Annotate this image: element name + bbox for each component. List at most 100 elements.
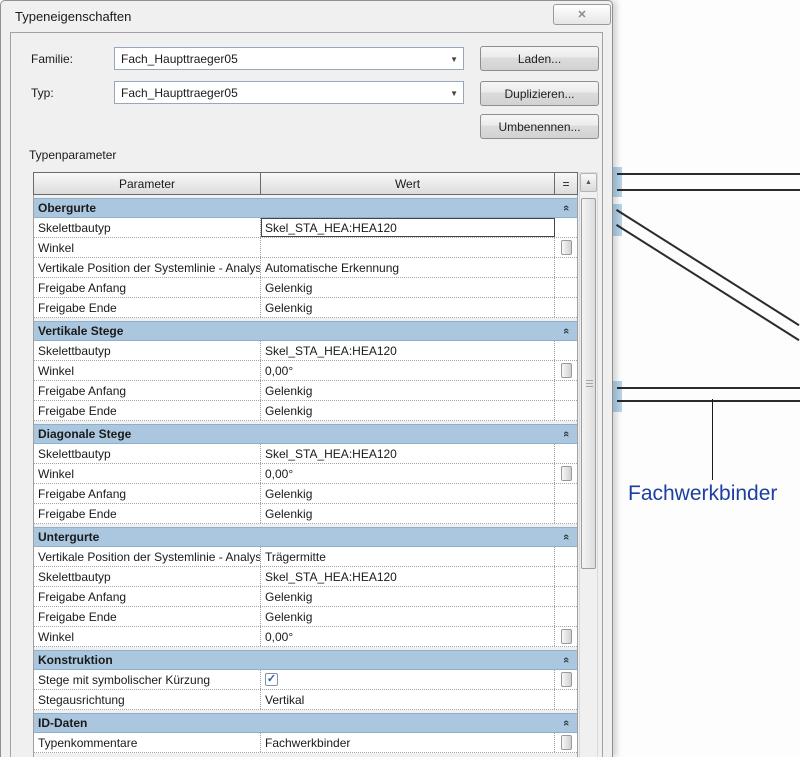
assoc-cell	[555, 258, 577, 277]
table-body: Obergurte « Skelettbautyp Skel_STA_HEA:H…	[33, 195, 578, 757]
param-cell: Winkel	[34, 238, 261, 257]
header-wert: Wert	[261, 173, 555, 194]
table-row[interactable]: Freigabe Ende Gelenkig	[34, 298, 577, 318]
laden-button[interactable]: Laden...	[480, 46, 599, 71]
table-row[interactable]: Skelettbautyp Skel_STA_HEA:HEA120	[34, 444, 577, 464]
table-row[interactable]: Winkel 0,00°	[34, 464, 577, 484]
table-row[interactable]: Vertikale Position der Systemlinie - Ana…	[34, 258, 577, 278]
table-scrollbar[interactable]: ▲	[579, 172, 598, 757]
section-title: Konstruktion	[38, 653, 113, 667]
assoc-cell	[555, 218, 577, 237]
table-row[interactable]: Freigabe Ende Gelenkig	[34, 401, 577, 421]
typ-label: Typ:	[31, 86, 54, 100]
assoc-cell	[555, 341, 577, 360]
table-row[interactable]: Winkel 0,00°	[34, 361, 577, 381]
associate-parameter-button[interactable]	[561, 735, 572, 750]
dropdown-arrow-icon: ▼	[450, 55, 458, 64]
value-cell[interactable]: Vertikal	[261, 690, 555, 709]
assoc-cell	[555, 607, 577, 626]
umbenennen-button[interactable]: Umbenennen...	[480, 114, 599, 139]
value-cell[interactable]: 0,00°	[261, 361, 555, 380]
assoc-cell	[555, 627, 577, 646]
value-cell[interactable]	[261, 238, 555, 257]
table-row[interactable]: Stegausrichtung Vertikal	[34, 690, 577, 710]
param-cell: Freigabe Anfang	[34, 381, 261, 400]
value-cell[interactable]: Skel_STA_HEA:HEA120	[261, 444, 555, 463]
associate-parameter-button[interactable]	[561, 363, 572, 378]
param-cell: Winkel	[34, 464, 261, 483]
table-row[interactable]: Skelettbautyp Skel_STA_HEA:HEA120	[34, 218, 577, 238]
dialog-titlebar[interactable]: Typeneigenschaften ✕	[1, 1, 612, 31]
value-cell[interactable]: Automatische Erkennung	[261, 258, 555, 277]
value-cell[interactable]: Gelenkig	[261, 607, 555, 626]
param-cell: Skelettbautyp	[34, 218, 261, 237]
truss-top-chord-line-lower	[617, 189, 800, 191]
assoc-cell	[555, 444, 577, 463]
value-cell[interactable]: Skel_STA_HEA:HEA120	[261, 341, 555, 360]
close-icon: ✕	[577, 8, 586, 21]
value-cell[interactable]: Gelenkig	[261, 381, 555, 400]
collapse-chevron-icon[interactable]: «	[560, 657, 572, 663]
table-row[interactable]: Freigabe Anfang Gelenkig	[34, 278, 577, 298]
section-header-vertikale-stege[interactable]: Vertikale Stege «	[34, 321, 577, 341]
value-cell[interactable]: Gelenkig	[261, 504, 555, 523]
collapse-chevron-icon[interactable]: «	[560, 534, 572, 540]
duplizieren-button[interactable]: Duplizieren...	[480, 81, 599, 106]
table-row[interactable]: Freigabe Anfang Gelenkig	[34, 381, 577, 401]
section-title: Obergurte	[38, 201, 96, 215]
check-icon: ✓	[267, 674, 276, 685]
value-cell[interactable]: 0,00°	[261, 627, 555, 646]
typ-dropdown[interactable]: Fach_Haupttraeger05 ▼	[114, 81, 464, 104]
dialog-title: Typeneigenschaften	[15, 9, 131, 24]
collapse-chevron-icon[interactable]: «	[560, 328, 572, 334]
value-cell[interactable]: Gelenkig	[261, 587, 555, 606]
table-row[interactable]: Freigabe Ende Gelenkig	[34, 504, 577, 524]
section-header-diagonale-stege[interactable]: Diagonale Stege «	[34, 424, 577, 444]
value-cell[interactable]: Fachwerkbinder	[261, 733, 555, 752]
section-header-id-daten[interactable]: ID-Daten «	[34, 713, 577, 733]
header-parameter: Parameter	[34, 173, 261, 194]
value-cell[interactable]: ✓	[261, 670, 555, 689]
section-header-untergurte[interactable]: Untergurte «	[34, 527, 577, 547]
value-cell[interactable]: Trägermitte	[261, 547, 555, 566]
assoc-cell	[555, 381, 577, 400]
table-row[interactable]: Typenkommentare Fachwerkbinder	[34, 733, 577, 753]
table-row[interactable]: Winkel 0,00°	[34, 627, 577, 647]
value-cell[interactable]: Gelenkig	[261, 278, 555, 297]
param-cell: Freigabe Ende	[34, 504, 261, 523]
value-cell[interactable]: 0,00°	[261, 464, 555, 483]
associate-parameter-button[interactable]	[561, 466, 572, 481]
assoc-cell	[555, 278, 577, 297]
table-row[interactable]: Skelettbautyp Skel_STA_HEA:HEA120	[34, 567, 577, 587]
param-cell: Vertikale Position der Systemlinie - Ana…	[34, 547, 261, 566]
associate-parameter-button[interactable]	[561, 240, 572, 255]
collapse-chevron-icon[interactable]: «	[560, 431, 572, 437]
value-cell[interactable]: Skel_STA_HEA:HEA120	[261, 218, 555, 237]
collapse-chevron-icon[interactable]: «	[560, 205, 572, 211]
assoc-cell	[555, 361, 577, 380]
table-row[interactable]: Skelettbautyp Skel_STA_HEA:HEA120	[34, 341, 577, 361]
section-header-obergurte[interactable]: Obergurte «	[34, 198, 577, 218]
value-cell[interactable]: Gelenkig	[261, 401, 555, 420]
table-row[interactable]: Freigabe Anfang Gelenkig	[34, 484, 577, 504]
scrollbar-thumb[interactable]	[581, 198, 596, 569]
header-eq: =	[555, 173, 577, 194]
associate-parameter-button[interactable]	[561, 672, 572, 687]
table-row[interactable]: Stege mit symbolischer Kürzung ✓	[34, 670, 577, 690]
truss-diagonal-line-upper	[616, 209, 800, 326]
section-header-konstruktion[interactable]: Konstruktion «	[34, 650, 577, 670]
close-button[interactable]: ✕	[553, 4, 611, 25]
value-cell[interactable]: Gelenkig	[261, 484, 555, 503]
table-row[interactable]: Freigabe Anfang Gelenkig	[34, 587, 577, 607]
table-row[interactable]: Vertikale Position der Systemlinie - Ana…	[34, 547, 577, 567]
collapse-chevron-icon[interactable]: «	[560, 720, 572, 726]
associate-parameter-button[interactable]	[561, 629, 572, 644]
familie-dropdown[interactable]: Fach_Haupttraeger05 ▼	[114, 47, 464, 70]
table-row[interactable]: Freigabe Ende Gelenkig	[34, 607, 577, 627]
truss-bottom-chord-line-lower	[617, 400, 800, 402]
table-row[interactable]: Winkel	[34, 238, 577, 258]
value-cell[interactable]: Skel_STA_HEA:HEA120	[261, 567, 555, 586]
scrollbar-up-button[interactable]: ▲	[580, 173, 597, 192]
value-cell[interactable]: Gelenkig	[261, 298, 555, 317]
checkbox-checked[interactable]: ✓	[265, 673, 278, 686]
